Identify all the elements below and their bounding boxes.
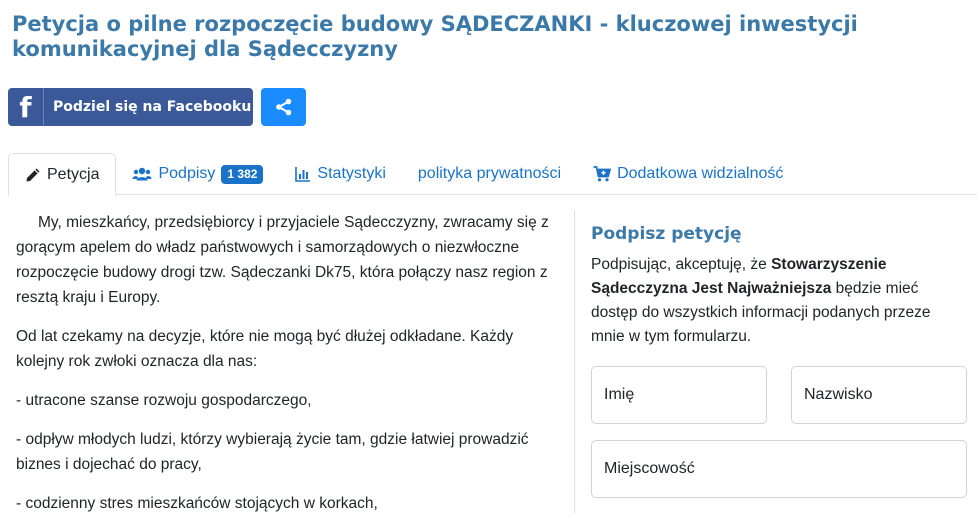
petition-paragraph: Od lat czekamy na decyzje, które nie mog… <box>16 328 514 370</box>
sign-petition-panel: Podpisz petycję Podpisując, akceptuję, ż… <box>591 224 971 349</box>
tab-label: Podpisy <box>158 165 216 182</box>
petition-list-item: - codzienny stres mieszkańców stojących … <box>16 495 378 512</box>
share-icon <box>275 98 291 116</box>
tab-label: Dodatkowa widzialność <box>617 165 784 182</box>
tab-label: Petycja <box>47 165 100 183</box>
consent-text: Podpisując, akceptuję, że Stowarzyszenie… <box>591 253 951 349</box>
facebook-icon: f <box>8 88 44 126</box>
page-title: Petycja o pilne rozpoczęcie budowy SĄDEC… <box>12 12 858 61</box>
tab-label: Statystyki <box>317 165 386 182</box>
facebook-share-label: Podziel się na Facebooku <box>53 99 252 115</box>
share-row: f Podziel się na Facebooku <box>8 88 306 126</box>
tab-label: polityka prywatności <box>417 165 562 182</box>
petition-content: My, mieszkańcy, przedsiębiorcy i przyjac… <box>16 210 556 513</box>
users-icon <box>132 167 152 181</box>
first-name-input[interactable] <box>591 366 767 424</box>
last-name-input[interactable] <box>791 366 967 424</box>
petition-list-item: - odpływ młodych ludzi, którzy wybierają… <box>16 431 529 473</box>
consent-text-before: Podpisując, akceptuję, że <box>591 256 772 273</box>
share-button[interactable] <box>261 88 306 126</box>
city-input[interactable] <box>591 440 967 498</box>
petition-paragraph: My, mieszkańcy, przedsiębiorcy i przyjac… <box>16 214 549 306</box>
tab-polityka-prywatnosci[interactable]: polityka prywatności <box>402 153 577 195</box>
tab-petycja[interactable]: Petycja <box>8 153 117 196</box>
tab-dodatkowa-widzialnosc[interactable]: Dodatkowa widzialność <box>577 153 799 195</box>
sign-petition-title: Podpisz petycję <box>591 224 742 244</box>
signature-count-badge: 1 382 <box>221 164 264 184</box>
tab-statystyki[interactable]: Statystyki <box>279 153 401 195</box>
cart-icon <box>593 166 612 182</box>
column-divider <box>574 210 575 513</box>
petition-list-item: - utracone szanse rozwoju gospodarczego, <box>16 392 312 409</box>
bar-chart-icon <box>295 167 311 182</box>
facebook-share-button[interactable]: f Podziel się na Facebooku <box>8 88 253 126</box>
petition-tabs: Petycja Podpisy 1 382 Statystyki polityk… <box>8 153 977 196</box>
tab-podpisy[interactable]: Podpisy 1 382 <box>116 153 279 195</box>
pencil-icon <box>26 168 40 181</box>
